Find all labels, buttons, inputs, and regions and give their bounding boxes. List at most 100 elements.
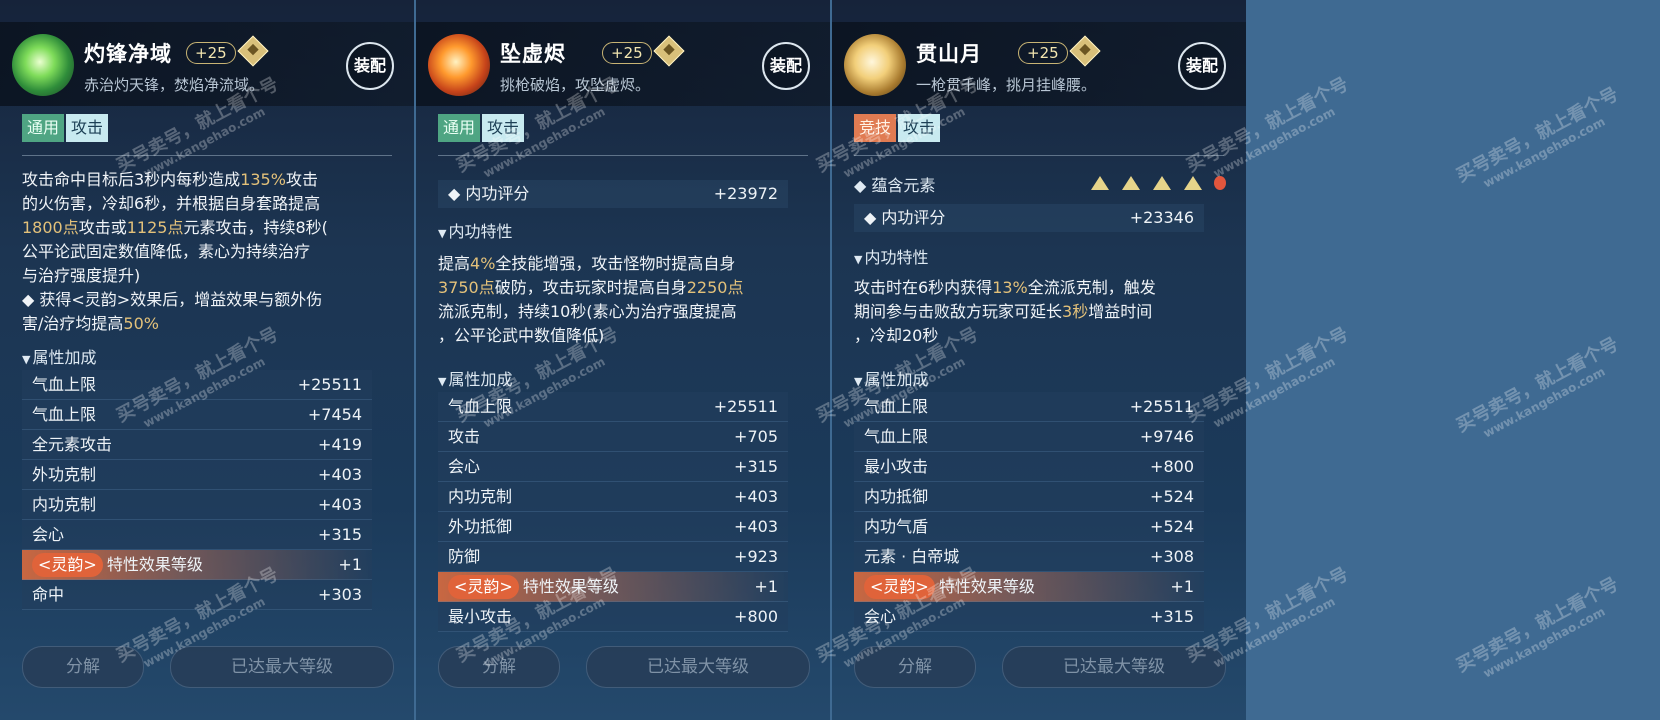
- item-icon: [844, 34, 906, 96]
- stat-name: 特性效果等级: [106, 555, 203, 574]
- effect-text: 提高4%全技能增强，攻击怪物时提高自身 3750点破防，攻击玩家时提高自身2250…: [438, 252, 810, 348]
- stat-name: 会心: [448, 457, 481, 476]
- effect-line: 3750点破防，攻击玩家时提高自身2250点: [438, 276, 810, 300]
- chevron-down-icon: ▼: [22, 353, 31, 366]
- stat-row: 会心 +315: [438, 452, 788, 482]
- chevron-down-icon: ▼: [438, 227, 447, 240]
- stat-value: +315: [318, 525, 362, 544]
- max-level-button[interactable]: 已达最大等级: [170, 646, 394, 688]
- stat-value: +524: [1150, 517, 1194, 536]
- effect-segment: 攻击: [285, 170, 318, 189]
- effect-segment: 与治疗强度提升): [22, 266, 141, 285]
- highlight-text: 2250点: [686, 278, 744, 297]
- effect-segment: 元素攻击，持续8秒(: [183, 218, 328, 237]
- effect-line: 攻击时在6秒内获得13%全流派克制，触发: [854, 276, 1226, 300]
- trait-header[interactable]: ▼ 内功特性: [854, 244, 1204, 268]
- effect-segment: 的火伤害，冷却6秒，并根据自身套路提高: [22, 194, 321, 213]
- effect-line: 期间参与击败敌方玩家可延长3秒增益时间: [854, 300, 1226, 324]
- effect-segment: 攻击时在6秒内获得: [854, 278, 993, 297]
- watermark: 买号卖号，就上看个号 www.kangehao.com: [1453, 83, 1622, 191]
- watermark: 买号卖号，就上看个号 www.kangehao.com: [1453, 333, 1622, 441]
- lock-icon[interactable]: [237, 35, 269, 67]
- stat-value: +1: [1170, 577, 1194, 596]
- stat-row: 外功抵御 +403: [438, 512, 788, 542]
- equip-button[interactable]: 装配: [762, 42, 810, 90]
- stat-value: +403: [734, 487, 778, 506]
- equip-button[interactable]: 装配: [346, 42, 394, 90]
- stat-row: 内功克制 +403: [22, 490, 372, 520]
- stat-value: +800: [1150, 457, 1194, 476]
- highlight-text: 1800点: [22, 218, 79, 237]
- tag-general: 通用: [438, 114, 481, 142]
- highlight-text: 50%: [123, 314, 159, 333]
- stat-value: +9746: [1139, 427, 1194, 446]
- score-value: +23346: [1129, 208, 1194, 227]
- divider: [854, 155, 1224, 156]
- divider: [22, 155, 392, 156]
- stat-value: +25511: [713, 397, 778, 416]
- effect-segment: 期间参与击败敌方玩家可延长: [854, 302, 1063, 321]
- max-level-button[interactable]: 已达最大等级: [586, 646, 810, 688]
- effect-segment: 增益时间: [1088, 302, 1153, 321]
- stat-name: 内功气盾: [864, 517, 929, 536]
- stat-value: +1: [754, 577, 778, 596]
- item-header: 灼锋净域 +25 赤治灼天锋，焚焰净流域。 装配: [0, 22, 414, 106]
- stat-value: +923: [734, 547, 778, 566]
- item-header: 贯山月 +25 一枪贯千峰，挑月挂峰腰。 装配: [832, 22, 1246, 106]
- element-triangle-icon: [1122, 175, 1140, 190]
- effect-segment: 攻击或: [78, 218, 127, 237]
- effect-line: 流派克制，持续10秒(素心为治疗强度提高: [438, 300, 810, 324]
- stat-name: 全元素攻击: [32, 435, 113, 454]
- item-name: 坠虚烬: [500, 42, 566, 66]
- effect-segment: 害/治疗均提高: [22, 314, 124, 333]
- stat-row: 气血上限 +7454: [22, 400, 372, 430]
- chevron-down-icon: ▼: [854, 253, 863, 266]
- stat-name: 气血上限: [864, 427, 929, 446]
- stat-name: 外功抵御: [448, 517, 513, 536]
- score-row: ◆ 内功评分 +23346: [854, 204, 1204, 232]
- element-triangle-icon: [1153, 175, 1171, 190]
- stat-row: 内功气盾 +524: [854, 512, 1204, 542]
- stat-row: 内功克制 +403: [438, 482, 788, 512]
- effect-segment: 流派克制，持续10秒(素心为治疗强度提高: [438, 302, 737, 321]
- highlight-text: 4%: [470, 254, 496, 273]
- stat-value: +419: [318, 435, 362, 454]
- trait-header[interactable]: ▼ 内功特性: [438, 218, 788, 242]
- level-badge: +25: [1018, 42, 1068, 64]
- stats-list: 气血上限 +25511 气血上限 +7454 全元素攻击 +419 外功克制 +403 内功克制…: [22, 370, 372, 610]
- stat-value: +705: [734, 427, 778, 446]
- stat-value: +524: [1150, 487, 1194, 506]
- chevron-down-icon: ▼: [438, 375, 447, 388]
- stat-name: 命中: [32, 585, 65, 604]
- effect-segment: 全流派克制，触发: [1027, 278, 1156, 297]
- effect-line: ，公平论武中数值降低): [438, 324, 810, 348]
- effect-line: 提高4%全技能增强，攻击怪物时提高自身: [438, 252, 810, 276]
- stat-value: +7454: [307, 405, 362, 424]
- tag-list: 通用 攻击: [22, 114, 110, 142]
- stat-value: +403: [318, 465, 362, 484]
- stat-row: 气血上限 +9746: [854, 422, 1204, 452]
- lingyun-badge: <灵韵>: [32, 553, 103, 577]
- item-header: 坠虚烬 +25 挑枪破焰，攻坠虚烬。 装配: [416, 22, 830, 106]
- element-triangle-icon: [1091, 175, 1109, 190]
- effect-line: 的火伤害，冷却6秒，并根据自身套路提高: [22, 192, 394, 216]
- item-name: 灼锋净域: [84, 42, 172, 66]
- stat-name: 防御: [448, 547, 481, 566]
- effect-segment: 公平论武固定数值降低，素心为持续治疗: [22, 242, 311, 261]
- score-label: 内功评分: [881, 208, 946, 227]
- tag-general: 通用: [22, 114, 65, 142]
- item-name: 贯山月: [916, 42, 982, 66]
- lock-icon[interactable]: [653, 35, 685, 67]
- highlight-text: 13%: [992, 278, 1028, 297]
- item-icon: [428, 34, 490, 96]
- effect-text: 攻击命中目标后3秒内每秒造成135%攻击 的火伤害，冷却6秒，并根据自身套路提高 1…: [22, 168, 394, 336]
- highlight-text: 3秒: [1062, 302, 1089, 321]
- stat-name: 外功克制: [32, 465, 97, 484]
- equip-button[interactable]: 装配: [1178, 42, 1226, 90]
- effect-segment: ，冷却20秒: [854, 326, 939, 345]
- lock-icon[interactable]: [1069, 35, 1101, 67]
- effect-line: 害/治疗均提高50%: [22, 312, 394, 336]
- watermark: 买号卖号，就上看个号 www.kangehao.com: [1453, 573, 1622, 681]
- effect-line: ◆ 获得<灵韵>效果后，增益效果与额外伤: [22, 288, 394, 312]
- stat-name: 最小攻击: [864, 457, 929, 476]
